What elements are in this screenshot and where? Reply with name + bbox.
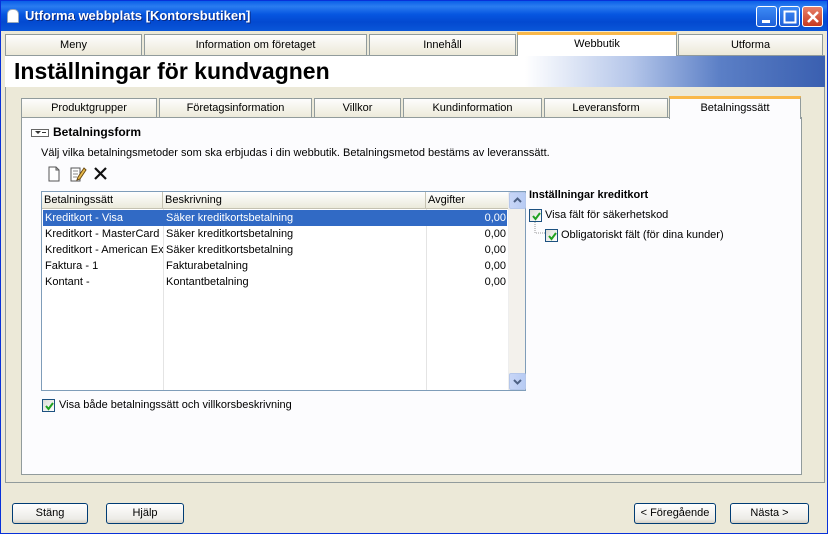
list-item[interactable]: Kreditkort - Visa Säker kreditkortsbetal… <box>43 210 507 226</box>
settings-tab-bar: Produktgrupper Företagsinformation Villk… <box>21 96 801 119</box>
show-both-checkbox[interactable] <box>42 399 55 412</box>
list-item[interactable]: Kreditkort - American Exp Säker kreditko… <box>43 242 507 258</box>
column-header-betalningssatt[interactable]: Betalningssätt <box>42 192 163 209</box>
help-button[interactable]: Hjälp <box>106 503 184 524</box>
section-description: Välj vilka betalningsmetoder som ska erb… <box>41 147 550 159</box>
maximize-button[interactable] <box>779 6 800 27</box>
close-window-button[interactable] <box>802 6 823 27</box>
cell-description: Fakturabetalning <box>166 260 248 272</box>
list-header: Betalningssätt Beskrivning Avgifter <box>42 192 509 209</box>
tab-utforma[interactable]: Utforma <box>678 34 823 55</box>
cell-fee: 0,00 <box>484 260 506 272</box>
cell-description: Säker kreditkortsbetalning <box>166 212 294 224</box>
minimize-button[interactable] <box>756 6 777 27</box>
app-icon <box>7 9 19 23</box>
next-button[interactable]: Nästa > <box>730 503 809 524</box>
tab-betalningssatt[interactable]: Betalningssätt <box>669 96 801 119</box>
tab-villkor[interactable]: Villkor <box>314 98 401 118</box>
cell-name: Kreditkort - MasterCard <box>45 228 160 240</box>
tab-foretagsinformation[interactable]: Företagsinformation <box>159 98 312 118</box>
close-button[interactable]: Stäng <box>12 503 88 524</box>
cell-fee: 0,00 <box>484 244 506 256</box>
application-window: Utforma webbplats [Kontorsbutiken] Meny … <box>0 0 828 534</box>
column-header-avgifter[interactable]: Avgifter <box>426 192 509 209</box>
tab-leveransform[interactable]: Leveransform <box>544 98 668 118</box>
cell-fee: 0,00 <box>484 228 506 240</box>
collapse-icon[interactable] <box>31 128 49 137</box>
cell-name: Kreditkort - Visa <box>45 212 124 224</box>
mandatory-field-checkbox[interactable] <box>545 229 558 242</box>
vertical-scrollbar[interactable] <box>508 192 526 390</box>
cell-description: Säker kreditkortsbetalning <box>166 244 294 256</box>
tab-kundinformation[interactable]: Kundinformation <box>403 98 542 118</box>
credit-card-settings-title: Inställningar kreditkort <box>529 189 649 201</box>
page-title: Inställningar för kundvagnen <box>14 58 330 84</box>
tab-information-om-foretaget[interactable]: Information om företaget <box>144 34 367 55</box>
cell-name: Faktura - 1 <box>45 260 99 272</box>
previous-button[interactable]: < Föregående <box>634 503 716 524</box>
scroll-up-button[interactable] <box>509 192 526 209</box>
title-bar[interactable]: Utforma webbplats [Kontorsbutiken] <box>1 1 827 31</box>
list-item[interactable]: Kontant - Kontantbetalning 0,00 <box>43 274 507 290</box>
cell-fee: 0,00 <box>484 212 506 224</box>
mandatory-field-label[interactable]: Obligatoriskt fält (för dina kunder) <box>561 229 724 241</box>
window-title: Utforma webbplats [Kontorsbutiken] <box>25 8 251 23</box>
cell-name: Kreditkort - American Exp <box>45 244 163 256</box>
tab-meny[interactable]: Meny <box>5 34 142 55</box>
cell-fee: 0,00 <box>484 276 506 288</box>
tab-produktgrupper[interactable]: Produktgrupper <box>21 98 157 118</box>
main-tab-bar: Meny Information om företaget Innehåll W… <box>5 32 825 56</box>
page-header: Inställningar för kundvagnen <box>5 55 825 88</box>
cell-description: Säker kreditkortsbetalning <box>166 228 294 240</box>
list-item[interactable]: Kreditkort - MasterCard Säker kreditkort… <box>43 226 507 242</box>
scroll-down-button[interactable] <box>509 373 526 390</box>
section-title: Betalningsform <box>53 125 142 139</box>
show-security-code-label[interactable]: Visa fält för säkerhetskod <box>545 209 668 221</box>
header-decoration <box>525 56 825 88</box>
cell-description: Kontantbetalning <box>166 276 249 288</box>
show-both-label[interactable]: Visa både betalningssätt och villkorsbes… <box>59 399 292 411</box>
tab-innehall[interactable]: Innehåll <box>369 34 516 55</box>
delete-icon[interactable] <box>92 165 110 183</box>
edit-icon[interactable] <box>69 165 87 183</box>
payment-methods-list[interactable]: Betalningssätt Beskrivning Avgifter Kred… <box>41 191 526 391</box>
section-header[interactable]: Betalningsform <box>31 125 141 139</box>
column-header-beskrivning[interactable]: Beskrivning <box>163 192 426 209</box>
new-document-icon[interactable] <box>45 165 63 183</box>
show-security-code-checkbox[interactable] <box>529 209 542 222</box>
tab-webbutik[interactable]: Webbutik <box>517 32 677 56</box>
list-item[interactable]: Faktura - 1 Fakturabetalning 0,00 <box>43 258 507 274</box>
cell-name: Kontant - <box>45 276 90 288</box>
